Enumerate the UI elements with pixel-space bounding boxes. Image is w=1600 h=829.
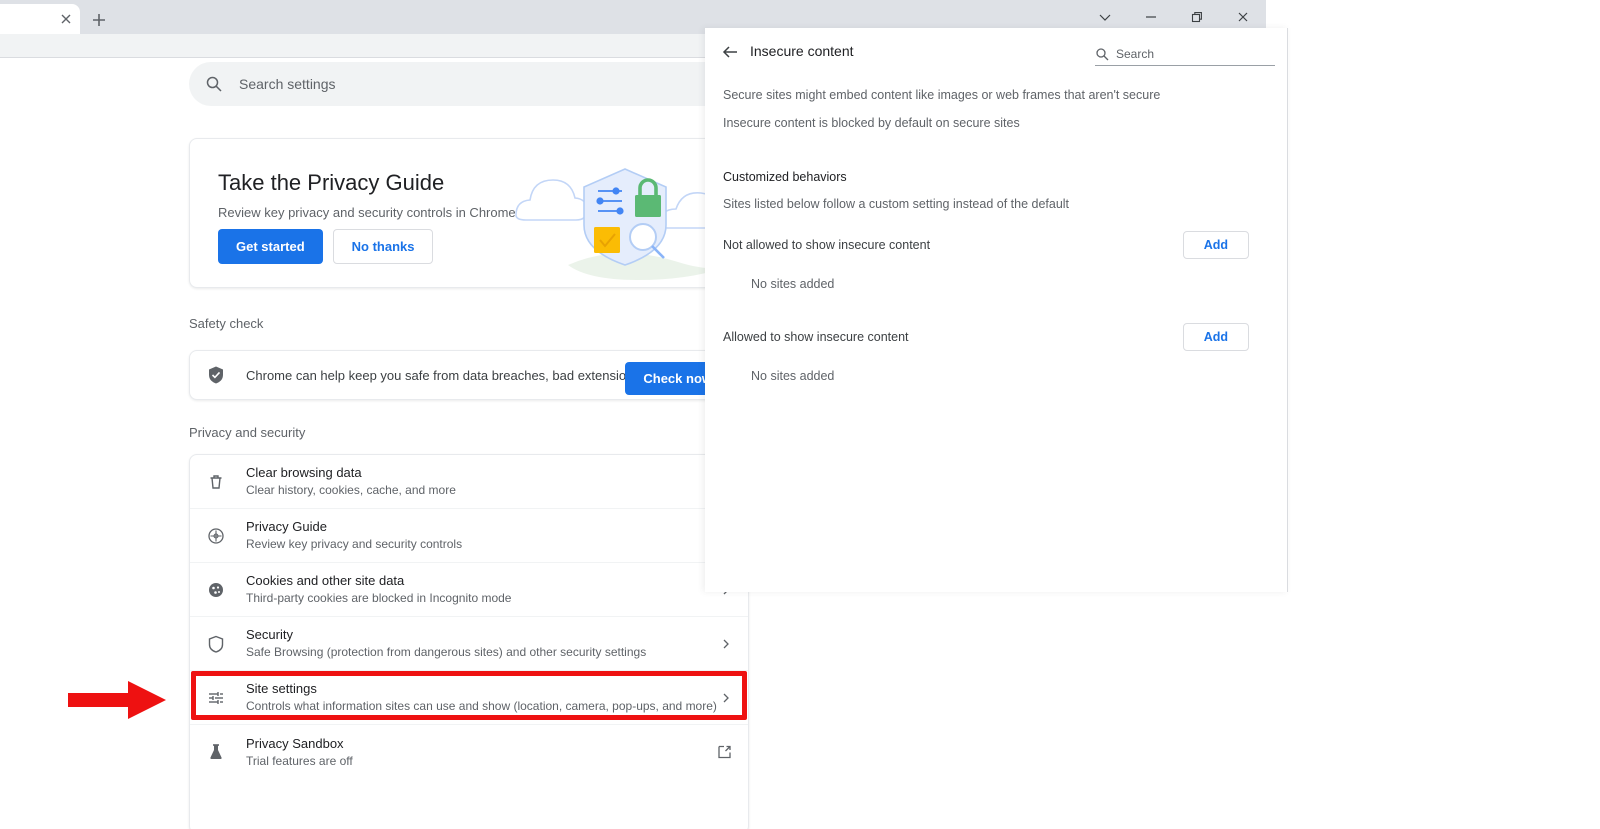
trash-icon [204,473,228,491]
allowed-list-header: Allowed to show insecure content Add [723,323,1270,351]
subpage-header: Insecure content Search [705,28,1287,74]
allowed-label: Allowed to show insecure content [723,330,909,344]
search-icon [205,75,223,93]
safety-check-card: Chrome can help keep you safe from data … [189,350,749,400]
subpage-search-input[interactable]: Search [1095,40,1275,66]
privacy-guide-actions: Get started No thanks [218,229,434,264]
settings-row-site-settings[interactable]: Site settings Controls what information … [190,671,748,725]
search-icon [1095,47,1109,61]
no-thanks-button[interactable]: No thanks [332,229,434,264]
back-arrow-icon[interactable] [717,39,743,65]
settings-row-clear-browsing-data[interactable]: Clear browsing data Clear history, cooki… [190,455,748,509]
chevron-right-icon[interactable] [720,638,732,650]
row-subtitle: Safe Browsing (protection from dangerous… [246,645,647,659]
close-icon[interactable] [58,11,74,27]
row-subtitle: Clear history, cookies, cache, and more [246,483,456,497]
row-subtitle: Controls what information sites can use … [246,699,717,713]
add-allowed-button[interactable]: Add [1182,323,1249,351]
not-allowed-label: Not allowed to show insecure content [723,238,931,252]
description-line-1: Secure sites might embed content like im… [723,88,1161,102]
red-arrow-pointing-right [66,676,171,729]
get-started-button[interactable]: Get started [218,229,323,264]
row-text: Security Safe Browsing (protection from … [246,626,646,661]
tune-icon [204,689,228,707]
privacy-guide-icon [204,527,228,545]
settings-row-privacy-sandbox[interactable]: Privacy Sandbox Trial features are off [190,725,748,779]
plus-icon[interactable] [88,9,110,31]
row-text: Site settings Controls what information … [246,680,717,715]
external-link-icon[interactable] [717,745,732,760]
settings-row-security[interactable]: Security Safe Browsing (protection from … [190,617,748,671]
search-placeholder: Search settings [239,76,336,92]
settings-row-cookies[interactable]: Cookies and other site data Third-party … [190,563,748,617]
not-allowed-empty-text: No sites added [751,277,835,291]
row-title: Clear browsing data [246,465,362,480]
row-text: Clear browsing data Clear history, cooki… [246,464,456,499]
screenshot-root: d security [0,0,1600,829]
row-text: Cookies and other site data Third-party … [246,572,511,607]
page-title: Insecure content [750,43,854,59]
cookie-icon [204,581,228,599]
shield-check-icon [206,365,226,385]
subpage-search-placeholder: Search [1116,47,1155,61]
description-line-2: Insecure content is blocked by default o… [723,116,1020,130]
not-allowed-list-header: Not allowed to show insecure content Add [723,231,1270,259]
row-title: Cookies and other site data [246,573,405,588]
insecure-content-subpage: Insecure content Search Secure sites mig… [705,28,1288,592]
flask-icon [204,743,228,761]
row-title: Security [246,627,293,642]
privacy-shield-illustration [508,147,738,282]
privacy-guide-card: Take the Privacy Guide Review key privac… [189,138,749,288]
row-text: Privacy Guide Review key privacy and sec… [246,518,462,553]
row-subtitle: Review key privacy and security controls [246,537,463,551]
privacy-and-security-label: Privacy and security [189,425,306,440]
browser-window: d security [0,0,1288,829]
shield-icon [204,635,228,653]
privacy-and-security-card: Clear browsing data Clear history, cooki… [189,454,749,829]
row-subtitle: Third-party cookies are blocked in Incog… [246,591,512,605]
chevron-right-icon[interactable] [720,692,732,704]
customized-behaviors-description: Sites listed below follow a custom setti… [723,197,1070,211]
row-subtitle: Trial features are off [246,753,353,768]
privacy-guide-subtitle: Review key privacy and security controls… [218,205,516,220]
row-title: Privacy Sandbox [246,735,344,751]
blank-right-area [1266,0,1600,829]
safety-check-label: Safety check [189,316,264,331]
add-not-allowed-button[interactable]: Add [1182,231,1249,259]
privacy-guide-title: Take the Privacy Guide [218,170,445,195]
row-title: Site settings [246,681,317,696]
customized-behaviors-heading: Customized behaviors [723,170,847,184]
search-input[interactable]: Search settings [189,62,749,106]
row-title: Privacy Guide [246,519,327,534]
settings-row-privacy-guide[interactable]: Privacy Guide Review key privacy and sec… [190,509,748,563]
allowed-empty-text: No sites added [751,369,835,383]
row-text: Privacy Sandbox Trial features are off [246,735,353,770]
